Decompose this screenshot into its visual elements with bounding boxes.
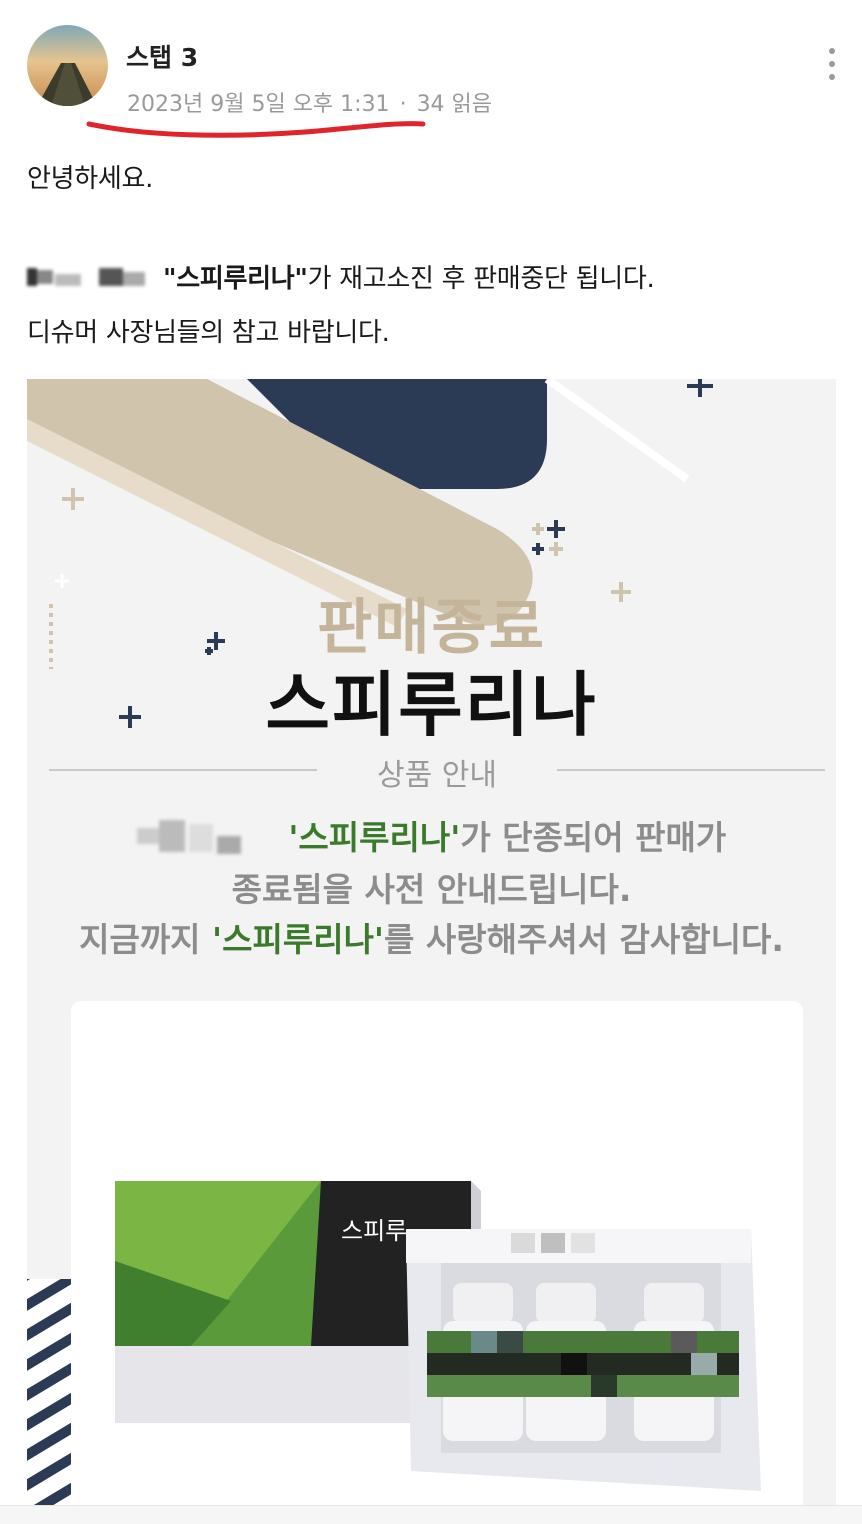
section-label-row: 상품 안내 (49, 750, 825, 793)
post-line-2: 디슈머 사장님들의 참고 바랍니다. (27, 318, 390, 348)
bottom-bar (0, 1505, 862, 1524)
product-discontinued-banner[interactable]: 판매종료 스피루리나 상품 안내 '스피루리나'가 단종되어 판매가 종료됨을 … (27, 379, 836, 1505)
banner-headline-main: 스피루리나 (265, 664, 598, 746)
notice-line-2: 종료됨을 사전 안내드립니다. (231, 870, 632, 909)
red-underline-annotation (86, 121, 426, 138)
post-greeting: 안녕하세요. (27, 164, 154, 194)
notice-line-1: '스피루리나'가 단종되어 판매가 (27, 811, 836, 864)
author-name[interactable]: 스탭 3 (126, 38, 198, 74)
redacted-brand (27, 262, 155, 297)
section-label: 상품 안내 (377, 758, 497, 793)
post-line-1: "스피루리나"가 재고소진 후 판매중단 됩니다. (27, 258, 655, 297)
author-avatar[interactable] (27, 25, 108, 106)
notice-line-3: 지금까지 '스피루리나'를 사랑해주셔서 감사합니다. (79, 920, 784, 959)
product-photo (115, 1181, 761, 1491)
more-options-icon[interactable] (820, 48, 844, 88)
product-name-bold: 스피루리나 (176, 264, 295, 294)
post-header: 스탭 3 2023년 9월 5일 오후 1:31 · 34 읽음 (0, 0, 862, 140)
redacted-brand-banner (136, 816, 277, 864)
product-image-card: 스피루 (71, 1001, 803, 1505)
box-label: 스피루 (341, 1217, 408, 1245)
